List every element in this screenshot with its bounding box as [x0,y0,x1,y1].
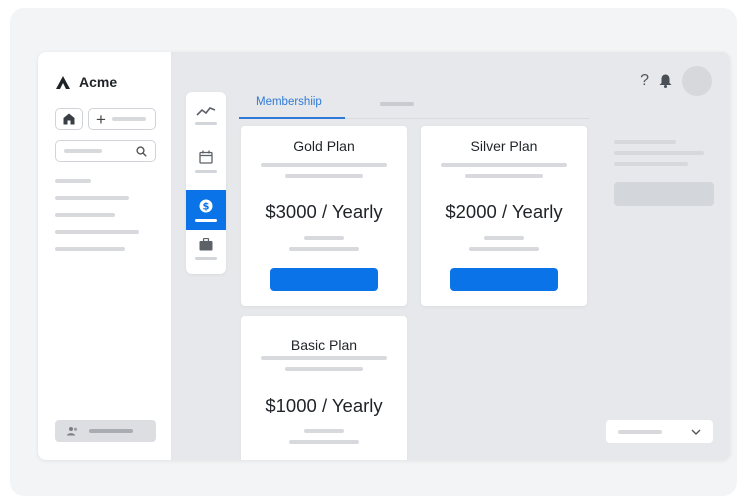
dropdown-value-placeholder [618,429,662,434]
search-placeholder [64,149,102,153]
plus-icon: + [96,109,106,129]
calendar-icon [199,150,213,164]
sidebar-item[interactable] [55,179,91,183]
brand[interactable]: Acme [56,74,117,90]
search-input[interactable] [55,140,156,162]
sidebar-item[interactable] [55,247,125,251]
header-actions: ? [640,66,712,96]
plan-price: $2000 / Yearly [445,201,563,222]
trend-line-icon [196,106,216,116]
home-button[interactable] [55,108,83,130]
plan-price: $1000 / Yearly [265,395,383,416]
rail-underline [195,218,217,222]
right-panel-line [614,151,704,155]
right-panel-line [614,140,676,144]
bell-icon[interactable] [659,74,672,88]
app-window: Acme + ? $ Membershiip Gold Plan $3000 /… [38,52,730,460]
plan-card-basic: Basic Plan $1000 / Yearly [241,316,407,460]
rail-underline [195,257,217,260]
plan-description-line [465,174,543,178]
sidebar-item[interactable] [55,196,129,200]
plan-title: Silver Plan [470,138,538,154]
plan-title: Gold Plan [293,138,355,154]
sidebar: Acme + [38,52,172,460]
plan-card-silver: Silver Plan $2000 / Yearly [421,126,587,306]
right-panel-button[interactable] [614,182,714,206]
app-name: Acme [79,74,118,90]
user-account-button[interactable] [55,420,156,442]
plan-detail-line [484,236,524,240]
plan-description-line [261,163,387,167]
tab-membership[interactable]: Membershiip [256,96,322,108]
plan-description-line [285,174,363,178]
dollar-icon: $ [199,199,213,212]
plan-title: Basic Plan [290,337,358,353]
add-button[interactable]: + [88,108,156,130]
select-plan-button[interactable] [450,268,558,291]
acme-logo-icon [56,75,70,89]
rail-underline [195,169,217,173]
help-icon[interactable]: ? [640,72,649,90]
tab-placeholder[interactable] [380,102,414,106]
plan-card-gold: Gold Plan $3000 / Yearly [241,126,407,306]
icon-rail: $ [186,92,226,274]
plan-detail-line [469,247,539,251]
add-button-label-placeholder [111,117,146,121]
plan-description-line [261,356,387,360]
users-icon [67,427,78,436]
rail-item-calendar[interactable] [186,142,226,180]
search-icon [136,145,147,157]
rail-item-analytics[interactable] [186,96,226,134]
plan-description-line [285,367,363,371]
rail-item-work[interactable] [186,230,226,268]
select-dropdown[interactable] [606,420,713,443]
right-panel-line [614,162,688,166]
plan-detail-line [289,440,359,444]
tab-active-underline [239,117,345,119]
user-name-placeholder [89,429,133,433]
plan-detail-line [304,236,344,240]
chevron-down-icon [691,429,701,435]
avatar[interactable] [682,66,712,96]
briefcase-icon [199,238,213,251]
rail-item-billing[interactable]: $ [186,190,226,230]
plan-detail-line [289,247,359,251]
rail-underline [195,121,217,125]
plan-description-line [441,163,567,167]
sidebar-nav [55,179,139,264]
plan-detail-line [304,429,344,433]
home-icon [63,113,75,125]
svg-text:$: $ [203,201,210,212]
select-plan-button[interactable] [270,268,378,291]
sidebar-item[interactable] [55,213,115,217]
plan-price: $3000 / Yearly [265,201,383,222]
sidebar-item[interactable] [55,230,139,234]
